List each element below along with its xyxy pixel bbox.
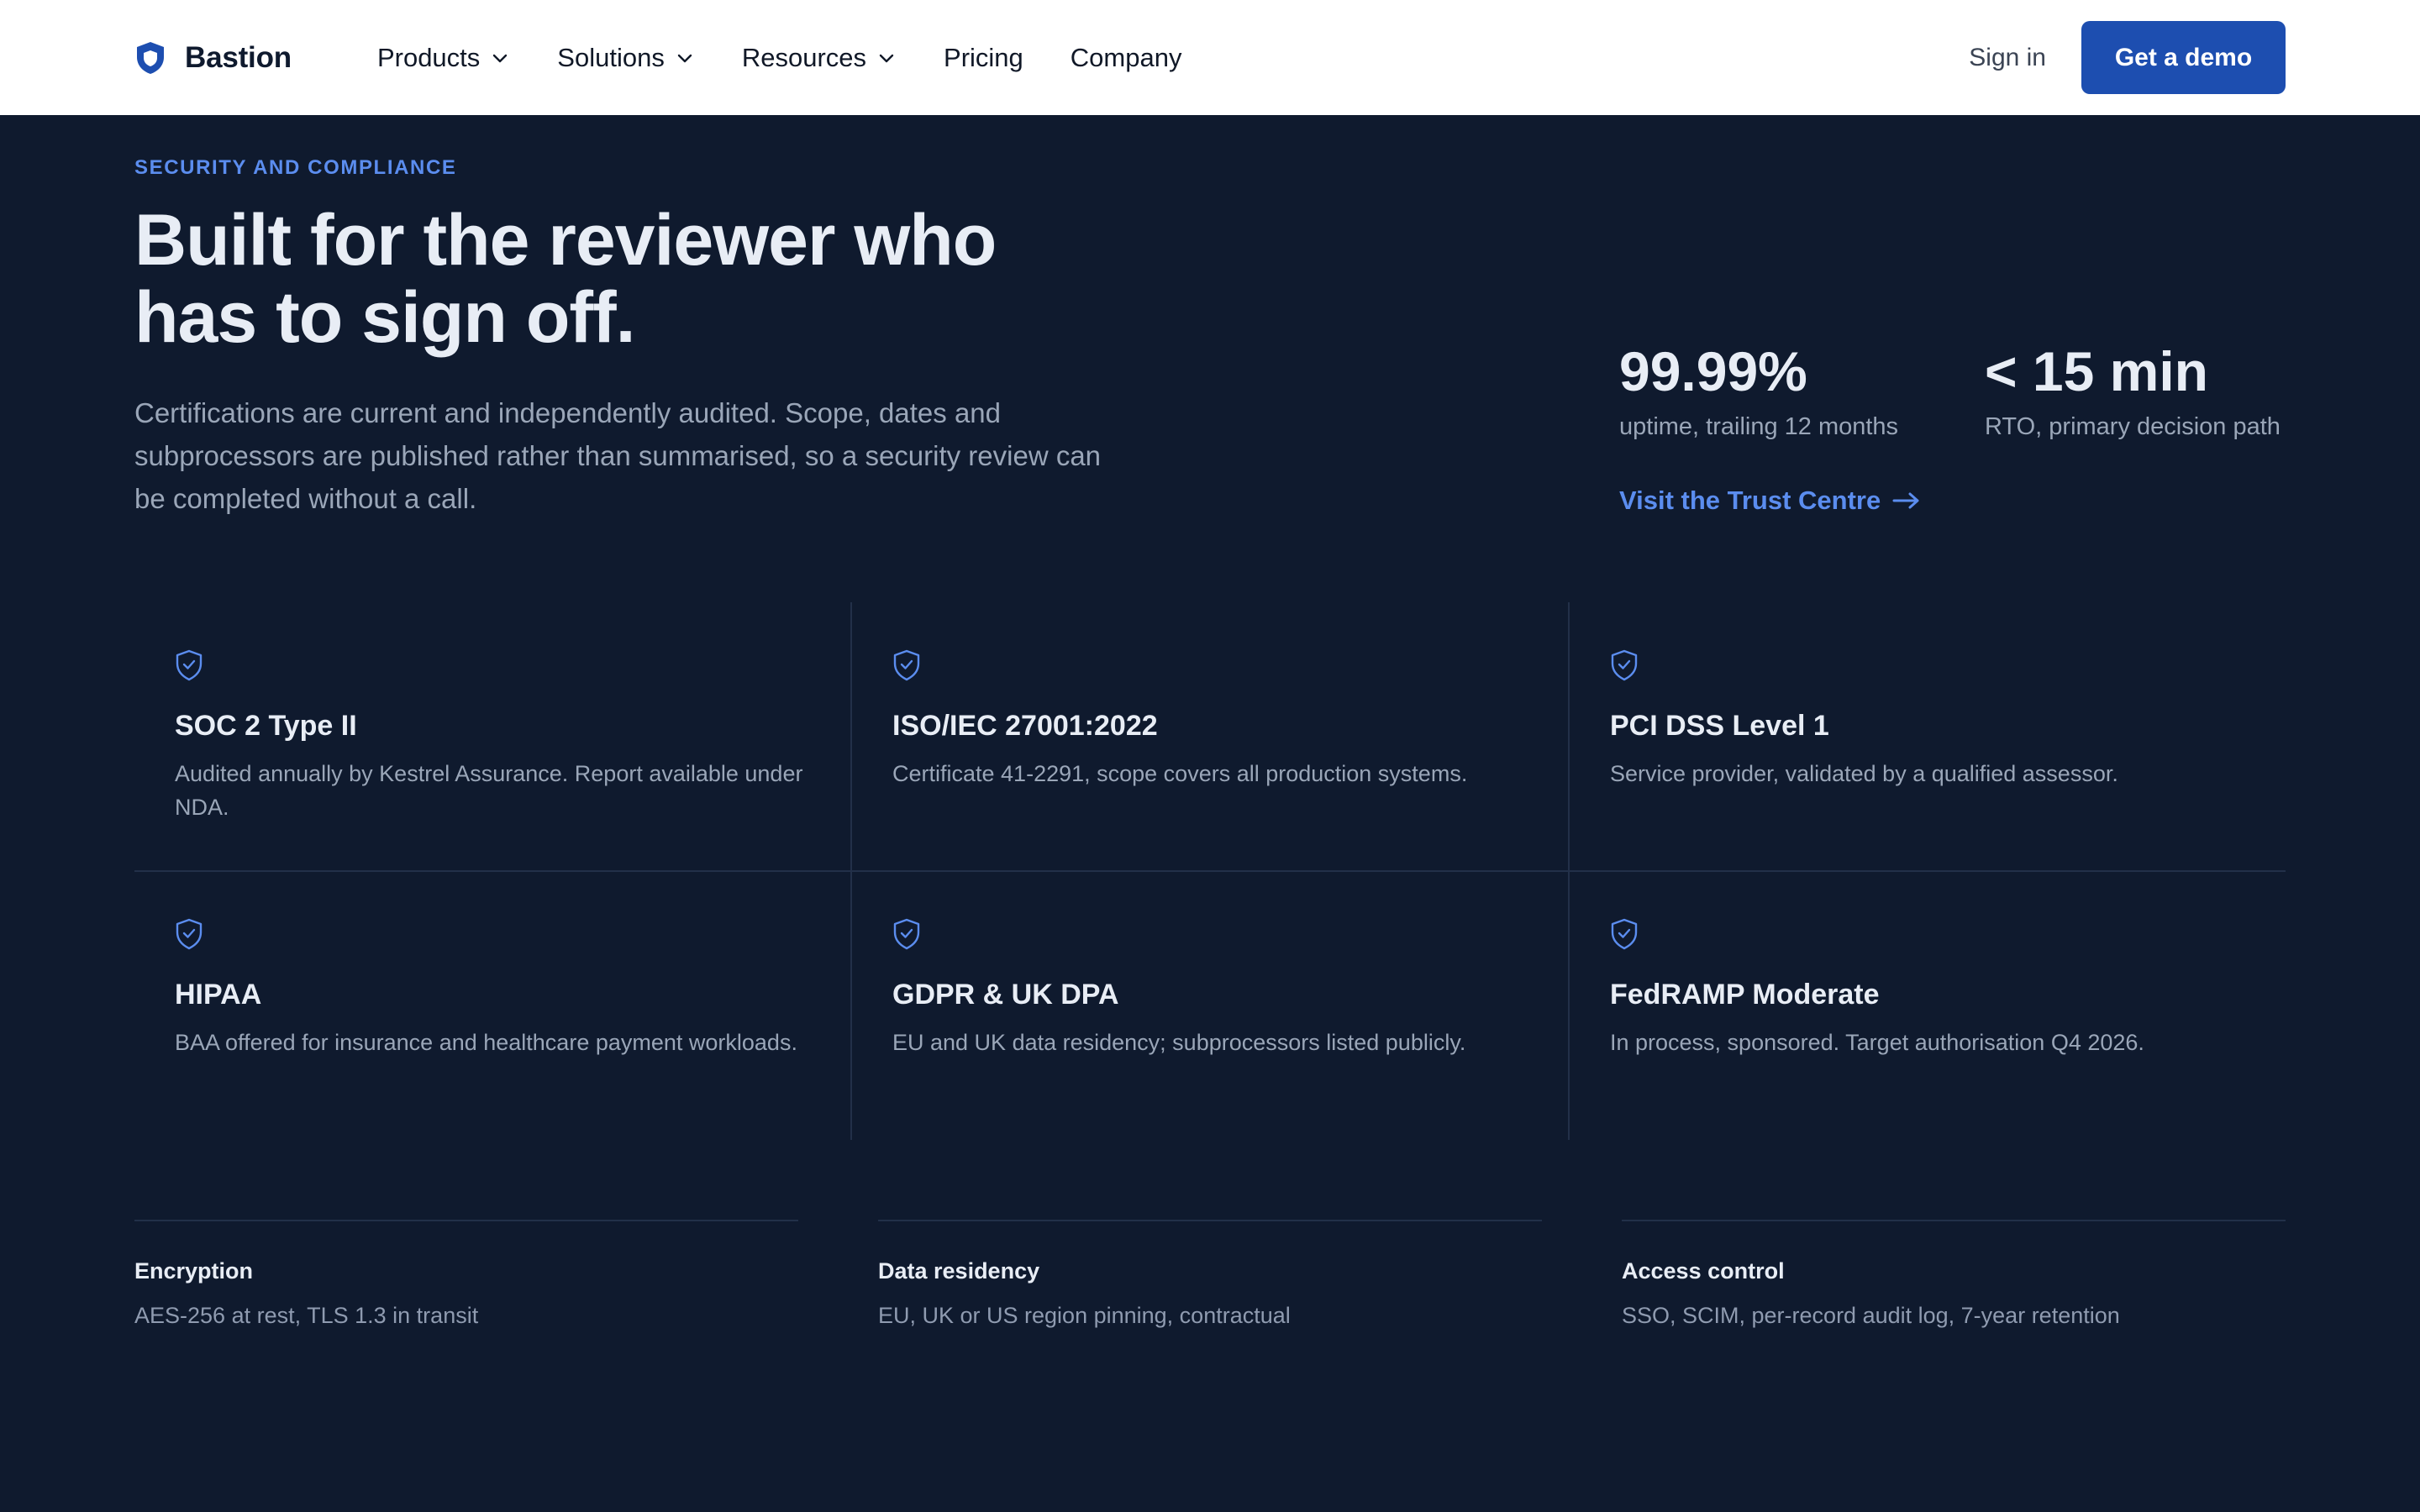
nav-item-label: Company <box>1070 42 1182 72</box>
cert-card-iso27001: ISO/IEC 27001:2022 Certificate 41-2291, … <box>852 602 1569 871</box>
sign-in-link[interactable]: Sign in <box>1969 44 2046 72</box>
shield-check-icon <box>893 649 920 681</box>
trust-centre-link[interactable]: Visit the Trust Centre <box>1619 486 1921 516</box>
get-demo-button[interactable]: Get a demo <box>2081 21 2286 94</box>
stat-label: RTO, primary decision path <box>1985 413 2281 440</box>
stat-label: uptime, trailing 12 months <box>1619 413 1899 440</box>
nav-item-pricing[interactable]: Pricing <box>944 43 1023 73</box>
shield-check-icon <box>1611 918 1638 950</box>
feature-access-control: Access control SSO, SCIM, per-record aud… <box>1622 1220 2286 1329</box>
page-title: Built for the reviewer who has to sign o… <box>134 202 1143 356</box>
feature-description: AES-256 at rest, TLS 1.3 in transit <box>134 1303 479 1328</box>
cert-description: Service provider, validated by a qualifi… <box>1610 761 2118 786</box>
cert-description: Certificate 41-2291, scope covers all pr… <box>892 761 1468 786</box>
shield-icon <box>137 41 164 74</box>
chevron-down-icon <box>677 54 692 62</box>
nav-item-products[interactable]: Products <box>377 43 510 73</box>
cert-description: In process, sponsored. Target authorisat… <box>1610 1030 2144 1055</box>
nav-item-label: Resources <box>741 42 867 72</box>
cert-title: GDPR & UK DPA <box>892 979 1119 1011</box>
headline-line-2: has to sign off. <box>134 277 636 358</box>
shield-check-icon <box>176 649 203 681</box>
section-eyebrow: SECURITY AND COMPLIANCE <box>134 156 457 179</box>
feature-title: Access control <box>1622 1258 1785 1284</box>
top-nav: Bastion Products Solutions Resources Pri… <box>0 0 2420 115</box>
feature-title: Encryption <box>134 1258 254 1284</box>
brand-name: Bastion <box>185 40 292 74</box>
chevron-down-icon <box>879 54 894 62</box>
stat-value: < 15 min <box>1985 340 2208 402</box>
stat-rto: < 15 min RTO, primary decision path <box>1985 339 2281 441</box>
cert-description: Audited annually by Kestrel Assurance. R… <box>175 761 803 820</box>
feature-description: EU, UK or US region pinning, contractual <box>878 1303 1291 1328</box>
nav-item-solutions[interactable]: Solutions <box>557 43 695 73</box>
nav-item-label: Solutions <box>557 42 665 72</box>
hero-description: Certifications are current and independe… <box>134 397 1102 514</box>
cert-title: FedRAMP Moderate <box>1610 979 1880 1011</box>
stat-uptime: 99.99% uptime, trailing 12 months <box>1619 339 1898 441</box>
stat-value: 99.99% <box>1619 340 1807 402</box>
feature-title: Data residency <box>878 1258 1040 1284</box>
cert-title: ISO/IEC 27001:2022 <box>892 710 1158 742</box>
cert-description: EU and UK data residency; subprocessors … <box>892 1030 1466 1055</box>
shield-check-icon <box>1611 649 1638 681</box>
feature-encryption: Encryption AES-256 at rest, TLS 1.3 in t… <box>134 1220 798 1329</box>
headline-line-1: Built for the reviewer who <box>134 200 997 281</box>
cert-card-pci-dss: PCI DSS Level 1 Service provider, valida… <box>1570 602 2286 871</box>
arrow-right-icon <box>1892 492 1919 509</box>
nav-item-label: Products <box>376 42 481 72</box>
cert-title: HIPAA <box>175 979 262 1011</box>
certification-grid: SOC 2 Type II Audited annually by Kestre… <box>134 602 2286 1140</box>
shield-check-icon <box>176 918 203 950</box>
brand-logo[interactable]: Bastion <box>134 41 292 75</box>
cert-card-fedramp: FedRAMP Moderate In process, sponsored. … <box>1570 871 2286 1140</box>
feature-data-residency: Data residency EU, UK or US region pinni… <box>878 1220 1542 1329</box>
cert-description: BAA offered for insurance and healthcare… <box>175 1030 797 1055</box>
cert-card-gdpr: GDPR & UK DPA EU and UK data residency; … <box>852 871 1569 1140</box>
nav-actions: Sign in Get a demo <box>1969 21 2286 94</box>
nav-item-company[interactable]: Company <box>1071 43 1182 73</box>
cert-title: PCI DSS Level 1 <box>1610 710 1829 742</box>
cert-title: SOC 2 Type II <box>175 710 357 742</box>
cert-card-soc2: SOC 2 Type II Audited annually by Kestre… <box>134 602 851 871</box>
chevron-down-icon <box>493 54 508 62</box>
trust-centre-label: Visit the Trust Centre <box>1619 486 1881 515</box>
nav-item-label: Pricing <box>944 42 1023 72</box>
main-menu: Products Solutions Resources Pricing Com… <box>377 43 1229 73</box>
shield-check-icon <box>893 918 920 950</box>
feature-description: SSO, SCIM, per-record audit log, 7-year … <box>1622 1303 2120 1328</box>
cert-card-hipaa: HIPAA BAA offered for insurance and heal… <box>134 871 851 1140</box>
nav-item-resources[interactable]: Resources <box>742 43 897 73</box>
